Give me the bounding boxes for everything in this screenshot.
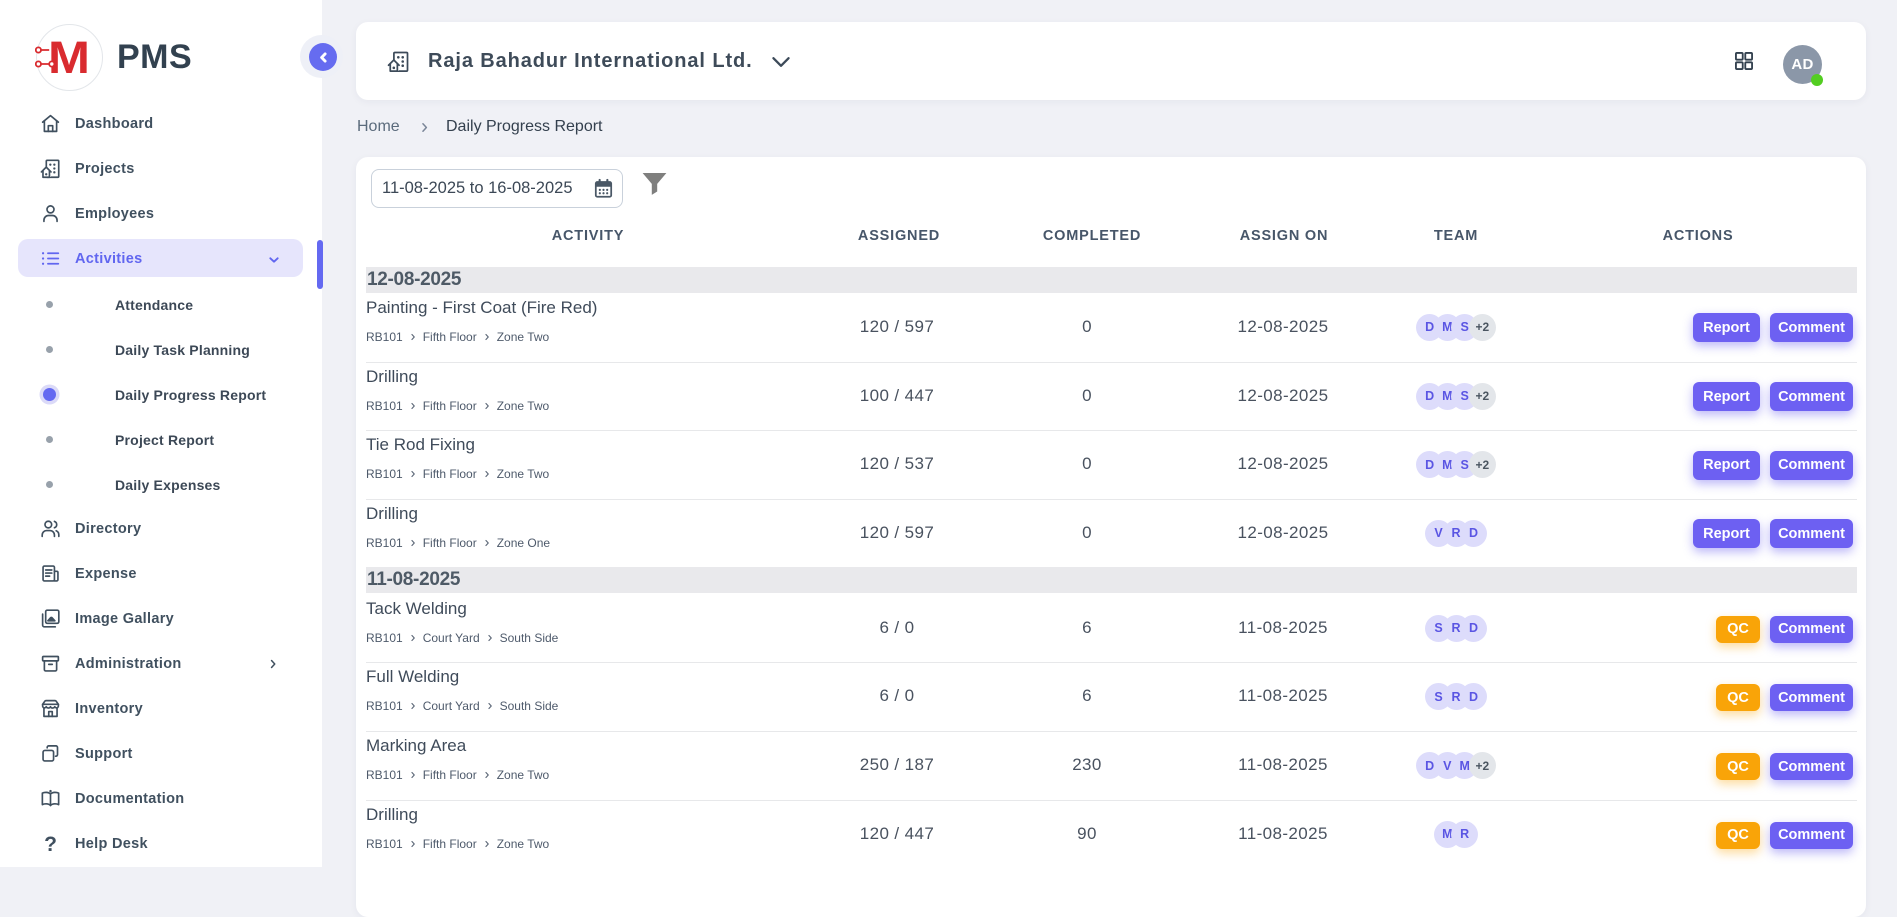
svg-text:M: M	[48, 35, 90, 81]
